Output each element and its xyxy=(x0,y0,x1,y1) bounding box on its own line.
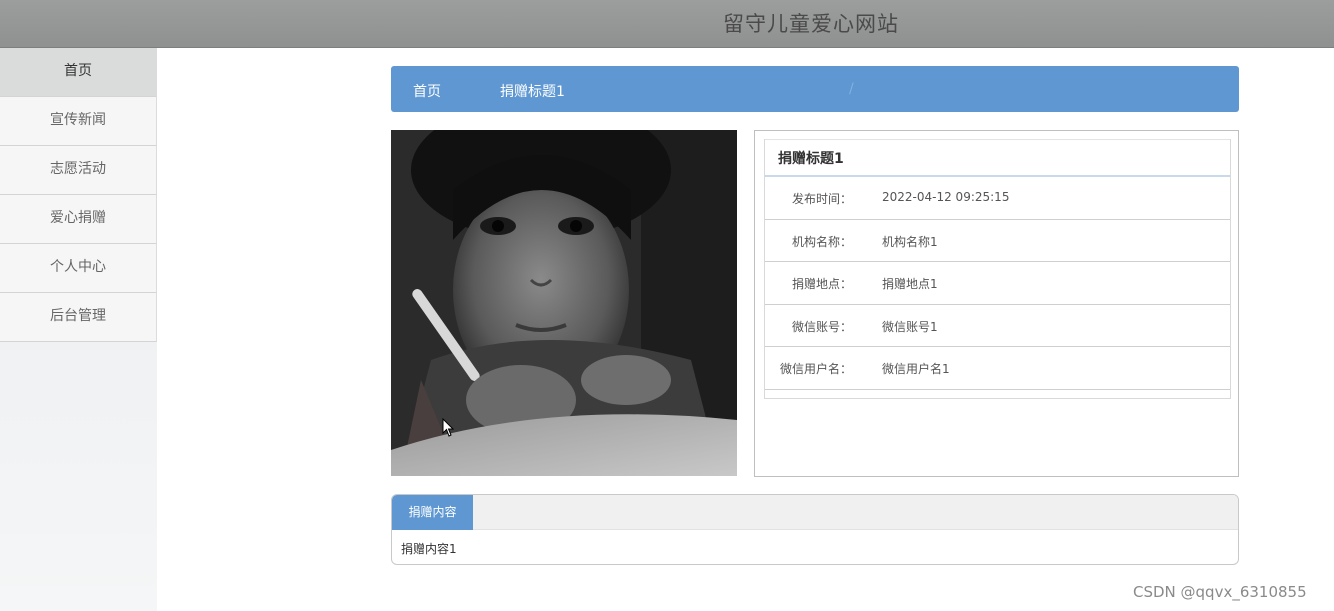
info-label: 机构名称： xyxy=(791,234,852,249)
donation-info-table: 捐赠标题1 发布时间： 2022-04-12 09:25:15 机构名称： 机构… xyxy=(764,139,1231,399)
sidebar-item-volunteer[interactable]: 志愿活动 xyxy=(0,146,157,195)
breadcrumb-home-link[interactable]: 首页 xyxy=(413,81,441,101)
sidebar-item-personal-center[interactable]: 个人中心 xyxy=(0,244,157,293)
info-row-wechat-account: 微信账号： 微信账号1 xyxy=(765,305,1230,347)
breadcrumb: 首页 / 捐赠标题1 xyxy=(391,66,1239,112)
info-value: 机构名称1 xyxy=(882,234,938,249)
info-row-organization: 机构名称： 机构名称1 xyxy=(765,220,1230,262)
info-value: 微信账号1 xyxy=(882,319,938,334)
sidebar-item-admin[interactable]: 后台管理 xyxy=(0,293,157,342)
donation-content-box: 捐赠内容 捐赠内容1 xyxy=(391,494,1239,565)
donation-title: 捐赠标题1 xyxy=(765,139,1230,177)
sidebar-item-home[interactable]: 首页 xyxy=(0,48,157,97)
sidebar-item-news[interactable]: 宣传新闻 xyxy=(0,97,157,146)
info-label: 捐赠地点： xyxy=(791,277,852,291)
info-row-publish-time: 发布时间： 2022-04-12 09:25:15 xyxy=(765,177,1230,220)
info-row-location: 捐赠地点： 捐赠地点1 xyxy=(765,262,1230,305)
info-label: 微信用户名： xyxy=(779,362,852,376)
info-label: 微信账号： xyxy=(791,319,852,334)
info-value: 微信用户名1 xyxy=(882,362,950,376)
info-value: 2022-04-12 09:25:15 xyxy=(882,190,1010,204)
info-value: 捐赠地点1 xyxy=(882,277,938,291)
breadcrumb-separator: / xyxy=(849,81,854,97)
content-tab-bar: 捐赠内容 xyxy=(392,495,1238,530)
site-title: 留守儿童爱心网站 xyxy=(723,12,899,36)
donation-info-panel: 捐赠标题1 发布时间： 2022-04-12 09:25:15 机构名称： 机构… xyxy=(754,130,1239,477)
tab-donation-content[interactable]: 捐赠内容 xyxy=(392,495,473,530)
info-label: 发布时间： xyxy=(791,192,852,206)
info-table-footer xyxy=(765,390,1230,398)
sidebar-nav: 首页 宣传新闻 志愿活动 爱心捐赠 个人中心 后台管理 xyxy=(0,48,157,611)
donation-content-text: 捐赠内容1 xyxy=(401,542,457,556)
site-header: 留守儿童爱心网站 xyxy=(0,0,1334,48)
breadcrumb-current: 捐赠标题1 xyxy=(500,84,565,100)
info-row-wechat-username: 微信用户名： 微信用户名1 xyxy=(765,347,1230,390)
mouse-cursor-icon xyxy=(442,418,455,437)
sidebar-item-donation[interactable]: 爱心捐赠 xyxy=(0,195,157,244)
csdn-watermark: CSDN @qqvx_6310855 xyxy=(1133,583,1307,601)
